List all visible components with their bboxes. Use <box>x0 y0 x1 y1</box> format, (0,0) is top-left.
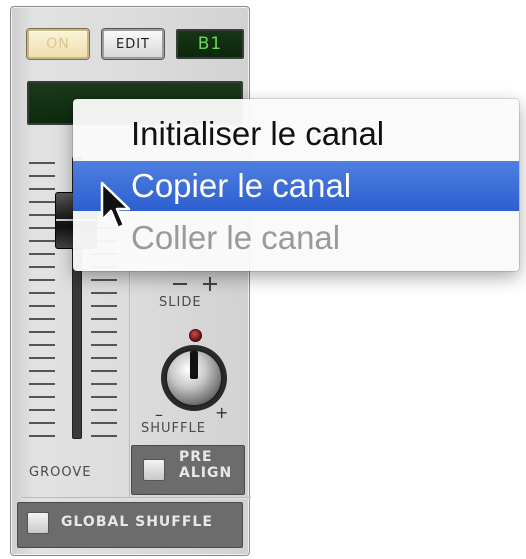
global-shuffle-button[interactable] <box>27 512 49 534</box>
knob-plus-mark: + <box>215 403 230 422</box>
pre-align-label-line2: ALIGN <box>179 465 233 481</box>
plus-icon <box>203 277 217 291</box>
section-divider <box>21 497 251 499</box>
arrow-cursor-icon <box>100 181 131 230</box>
shuffle-label: SHUFFLE <box>141 421 206 436</box>
pattern-display: B1 <box>176 29 244 59</box>
pre-align-button[interactable] <box>143 459 165 481</box>
edit-button[interactable]: EDIT <box>102 29 164 59</box>
on-button[interactable]: ON <box>27 29 89 59</box>
context-menu: Initialiser le canal Copier le canal Col… <box>73 99 519 271</box>
menu-item-copier-le-canal[interactable]: Copier le canal <box>73 161 519 211</box>
groove-label: GROOVE <box>29 465 92 480</box>
shuffle-led-indicator <box>189 329 202 342</box>
channel-strip-panel: ON EDIT B1 GROOVE SLIDE – + SHUFFLE PRE … <box>10 6 251 556</box>
minus-icon <box>173 283 187 285</box>
menu-item-initialiser-le-canal[interactable]: Initialiser le canal <box>73 109 519 159</box>
pre-align-label-line1: PRE <box>179 449 213 465</box>
menu-item-coller-le-canal: Coller le canal <box>131 219 341 256</box>
screen: ON EDIT B1 GROOVE SLIDE – + SHUFFLE PRE … <box>0 0 526 559</box>
global-shuffle-label: GLOBAL SHUFFLE <box>61 514 213 530</box>
slide-label: SLIDE <box>159 295 202 310</box>
fader-scale-left <box>29 162 55 437</box>
